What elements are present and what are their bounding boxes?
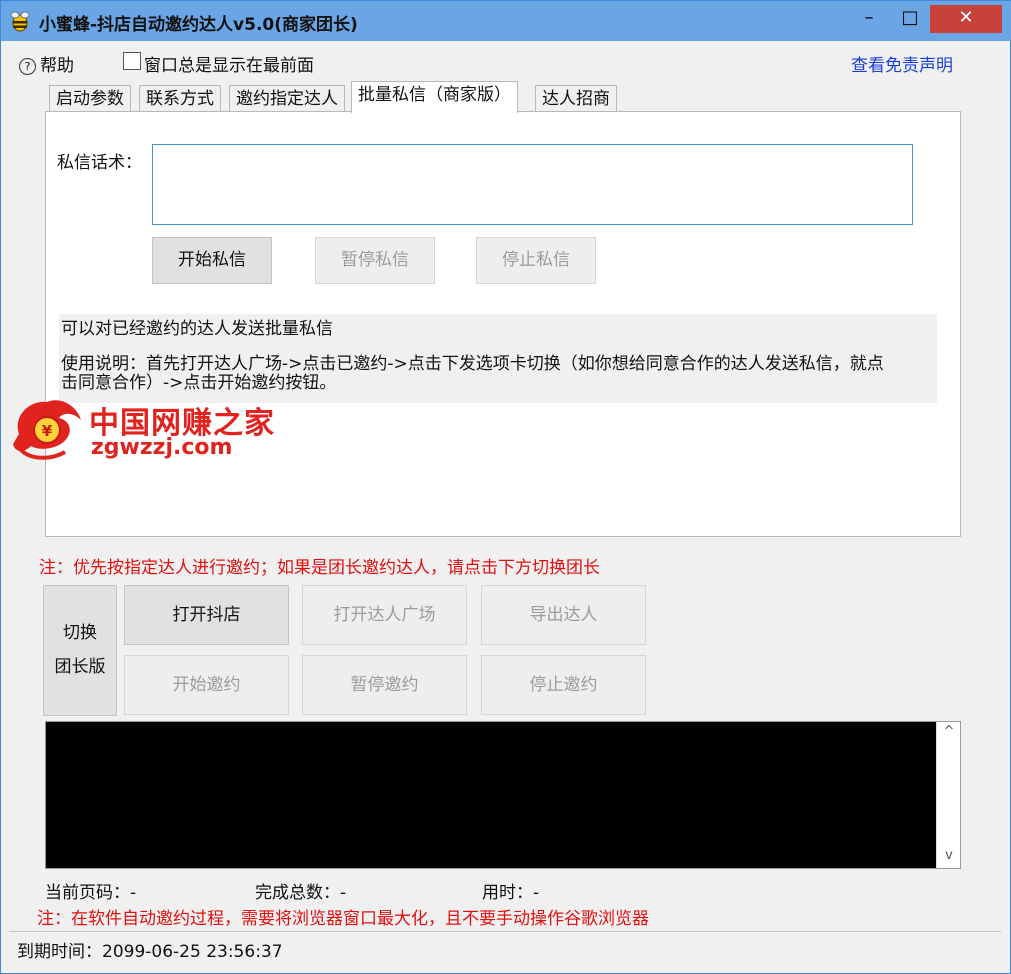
watermark-logo: ¥ (11, 394, 87, 464)
maximize-button[interactable]: □ (890, 5, 930, 33)
tab-invite-specific[interactable]: 邀约指定达人 (229, 85, 345, 112)
pause-invite-button[interactable]: 暂停邀约 (302, 655, 467, 715)
stop-dm-button[interactable]: 停止私信 (476, 237, 596, 284)
open-store-button[interactable]: 打开抖店 (124, 585, 289, 645)
info-line-3: 击同意合作）->点击开始邀约按钮。 (61, 373, 337, 393)
info-line-1: 可以对已经邀约的达人发送批量私信 (61, 319, 333, 339)
always-on-top-checkbox[interactable] (123, 52, 141, 70)
always-on-top-label[interactable]: 窗口总是显示在最前面 (144, 51, 314, 76)
current-page-stat: 当前页码：- (45, 883, 137, 903)
pause-dm-button[interactable]: 暂停私信 (315, 237, 435, 284)
tab-contact[interactable]: 联系方式 (139, 85, 221, 112)
console-scrollbar[interactable]: ^ v (936, 722, 960, 868)
app-window: 小蜜蜂-抖店自动邀约达人v5.0(商家团长) – □ ✕ ? 帮助 窗口总是显示在… (0, 0, 1011, 974)
open-plaza-button[interactable]: 打开达人广场 (302, 585, 467, 645)
start-dm-button[interactable]: 开始私信 (152, 237, 272, 284)
switch-leader-line2: 团长版 (54, 657, 106, 677)
switch-leader-line1: 切换 (63, 623, 97, 643)
scroll-up-icon[interactable]: ^ (937, 724, 961, 739)
export-button[interactable]: 导出达人 (481, 585, 646, 645)
dm-script-input[interactable] (152, 144, 913, 225)
elapsed-time-stat: 用时：- (482, 883, 540, 903)
total-done-stat: 完成总数：- (255, 883, 347, 903)
status-bar: 到期时间：2099-06-25 23:56:37 (9, 931, 1001, 963)
minimize-button[interactable]: – (849, 5, 889, 33)
watermark-url: zgwzzj.com (91, 435, 233, 460)
disclaimer-link[interactable]: 查看免责声明 (851, 51, 953, 76)
title-bar[interactable]: 小蜜蜂-抖店自动邀约达人v5.0(商家团长) – □ ✕ (1, 1, 1011, 41)
switch-leader-button[interactable]: 切换 团长版 (43, 585, 117, 716)
help-label: 帮助 (40, 56, 74, 76)
notice-top: 注：优先按指定达人进行邀约；如果是团长邀约达人，请点击下方切换团长 (39, 558, 600, 578)
log-console[interactable] (45, 721, 961, 869)
tab-bulk-dm[interactable]: 批量私信（商家版） (351, 81, 518, 113)
tab-recruit[interactable]: 达人招商 (535, 85, 617, 112)
expiry-time: 到期时间：2099-06-25 23:56:37 (17, 942, 283, 962)
help-icon: ? (19, 58, 36, 75)
stop-invite-button[interactable]: 停止邀约 (481, 655, 646, 715)
scroll-down-icon[interactable]: v (937, 848, 961, 863)
tab-startup-params[interactable]: 启动参数 (49, 85, 131, 112)
start-invite-button[interactable]: 开始邀约 (124, 655, 289, 715)
window-title: 小蜜蜂-抖店自动邀约达人v5.0(商家团长) (39, 15, 358, 35)
coin-glyph: ¥ (42, 422, 53, 440)
bee-icon (9, 10, 31, 32)
close-button[interactable]: ✕ (930, 5, 1002, 33)
help-menu[interactable]: ? 帮助 (19, 51, 74, 76)
notice-bottom: 注：在软件自动邀约过程，需要将浏览器窗口最大化，且不要手动操作谷歌浏览器 (37, 909, 649, 929)
dm-script-label: 私信话术： (57, 153, 142, 173)
